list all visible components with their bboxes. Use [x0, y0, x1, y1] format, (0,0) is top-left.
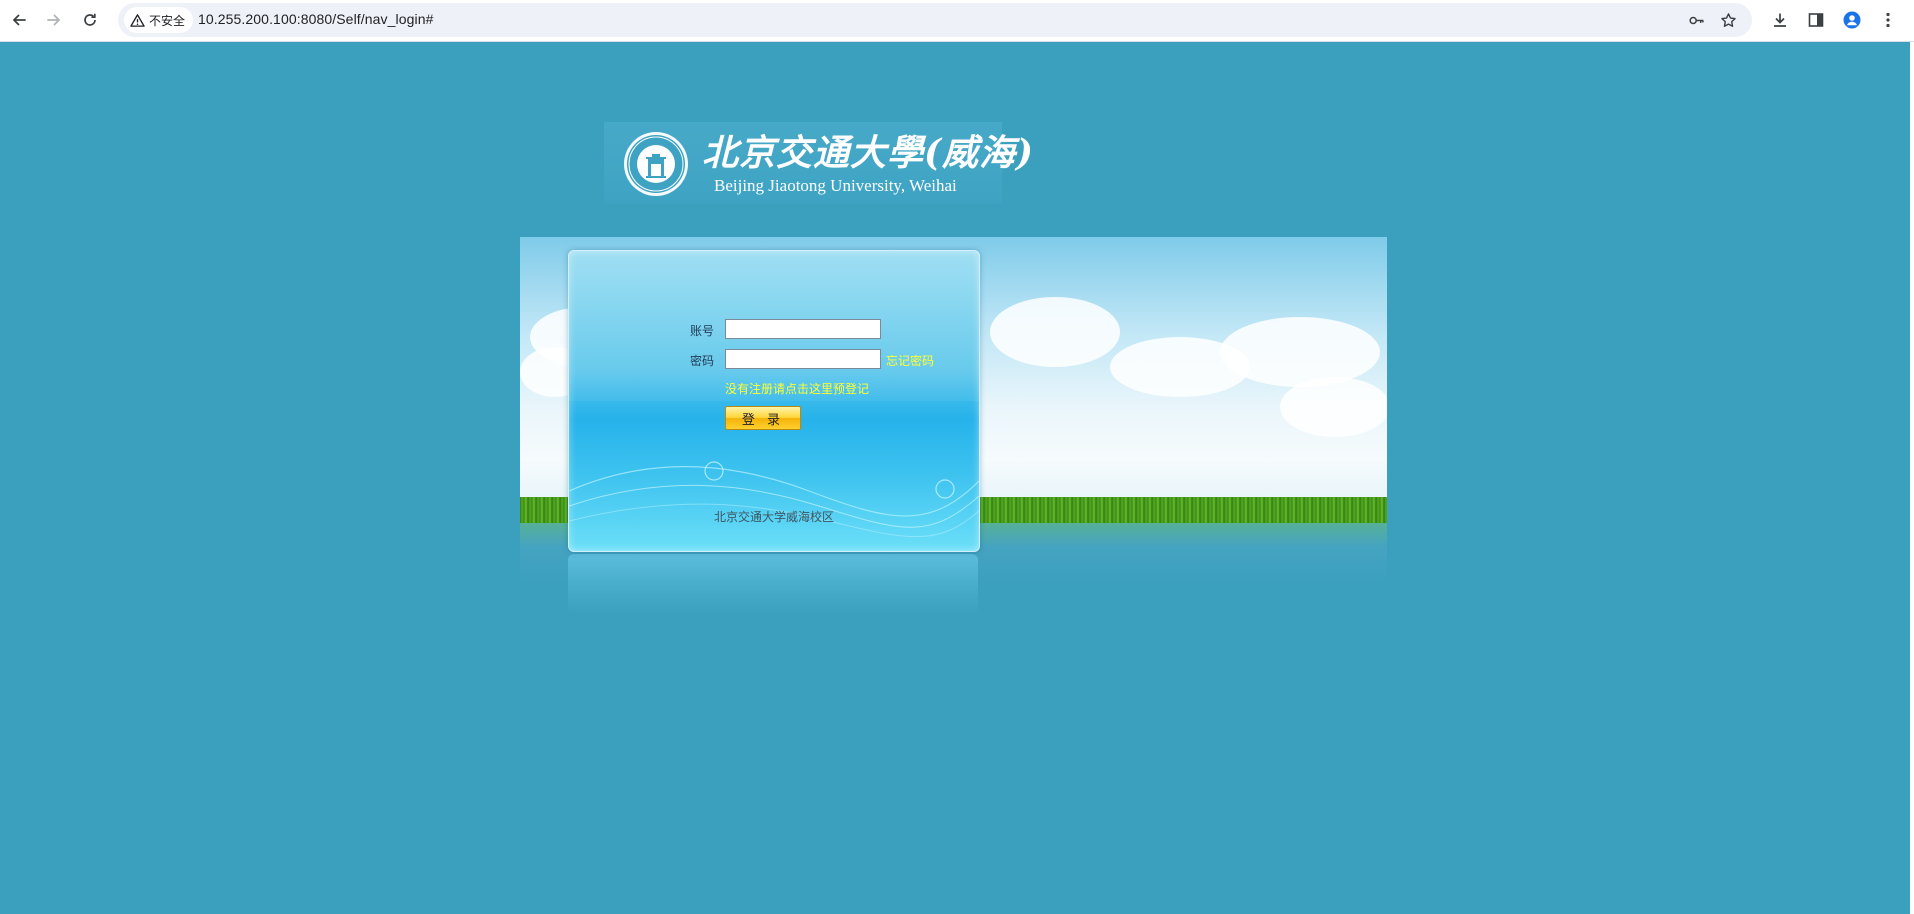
security-status-chip[interactable]: 不安全 — [124, 7, 194, 33]
side-panel-icon — [1808, 13, 1824, 27]
forgot-password-link[interactable]: 忘记密码 — [886, 352, 934, 369]
password-input[interactable] — [725, 349, 881, 369]
wave-decoration — [569, 461, 979, 538]
bookmark-button[interactable] — [1716, 8, 1740, 32]
security-label: 不安全 — [149, 13, 186, 28]
url-text[interactable]: 10.255.200.100:8080/Self/nav_login# — [198, 11, 433, 27]
browser-toolbar: 不安全 10.255.200.100:8080/Self/nav_login# — [0, 0, 1914, 42]
browser-menu-button[interactable] — [1874, 6, 1902, 34]
login-button[interactable]: 登 录 — [725, 406, 801, 430]
key-icon — [1688, 16, 1704, 24]
page-background: 北京交通大學(威海) Beijing Jiaotong University, … — [0, 42, 1910, 914]
forward-button[interactable] — [40, 6, 68, 34]
warning-icon — [130, 13, 145, 27]
register-link[interactable]: 没有注册请点击这里预登记 — [725, 380, 869, 397]
back-arrow-icon — [12, 14, 26, 26]
campus-footer-text: 北京交通大学威海校区 — [713, 510, 834, 524]
address-bar[interactable]: 不安全 10.255.200.100:8080/Self/nav_login# — [118, 3, 1752, 37]
account-label: 账号 — [690, 324, 715, 338]
more-vertical-icon — [1886, 12, 1890, 28]
login-panel: 账号 密码 忘记密码 没有注册请点击这里预登记 登 录 北京交通大学威海校区 — [568, 250, 980, 552]
cloud-decoration — [1220, 317, 1380, 387]
window-edge — [1910, 42, 1914, 914]
reload-button[interactable] — [76, 6, 104, 34]
forward-arrow-icon — [47, 14, 61, 26]
university-name-chinese: 北京交通大學(威海) — [702, 132, 1035, 174]
avatar-icon — [1843, 11, 1861, 29]
downloads-button[interactable] — [1766, 6, 1794, 34]
account-input[interactable] — [725, 319, 881, 339]
back-button[interactable] — [5, 6, 33, 34]
university-name-english: Beijing Jiaotong University, Weihai — [714, 176, 957, 195]
password-key-button[interactable] — [1684, 8, 1708, 32]
login-card-reflection — [568, 554, 978, 614]
reload-icon — [84, 13, 96, 26]
cloud-decoration — [990, 297, 1120, 367]
profile-button[interactable] — [1838, 6, 1866, 34]
university-seal-logo — [624, 132, 688, 196]
cloud-decoration — [1280, 377, 1387, 437]
password-label: 密码 — [690, 354, 715, 368]
side-panel-button[interactable] — [1802, 6, 1830, 34]
university-logo-banner: 北京交通大學(威海) Beijing Jiaotong University, … — [604, 122, 1033, 204]
download-icon — [1774, 13, 1786, 27]
star-icon — [1720, 12, 1736, 27]
